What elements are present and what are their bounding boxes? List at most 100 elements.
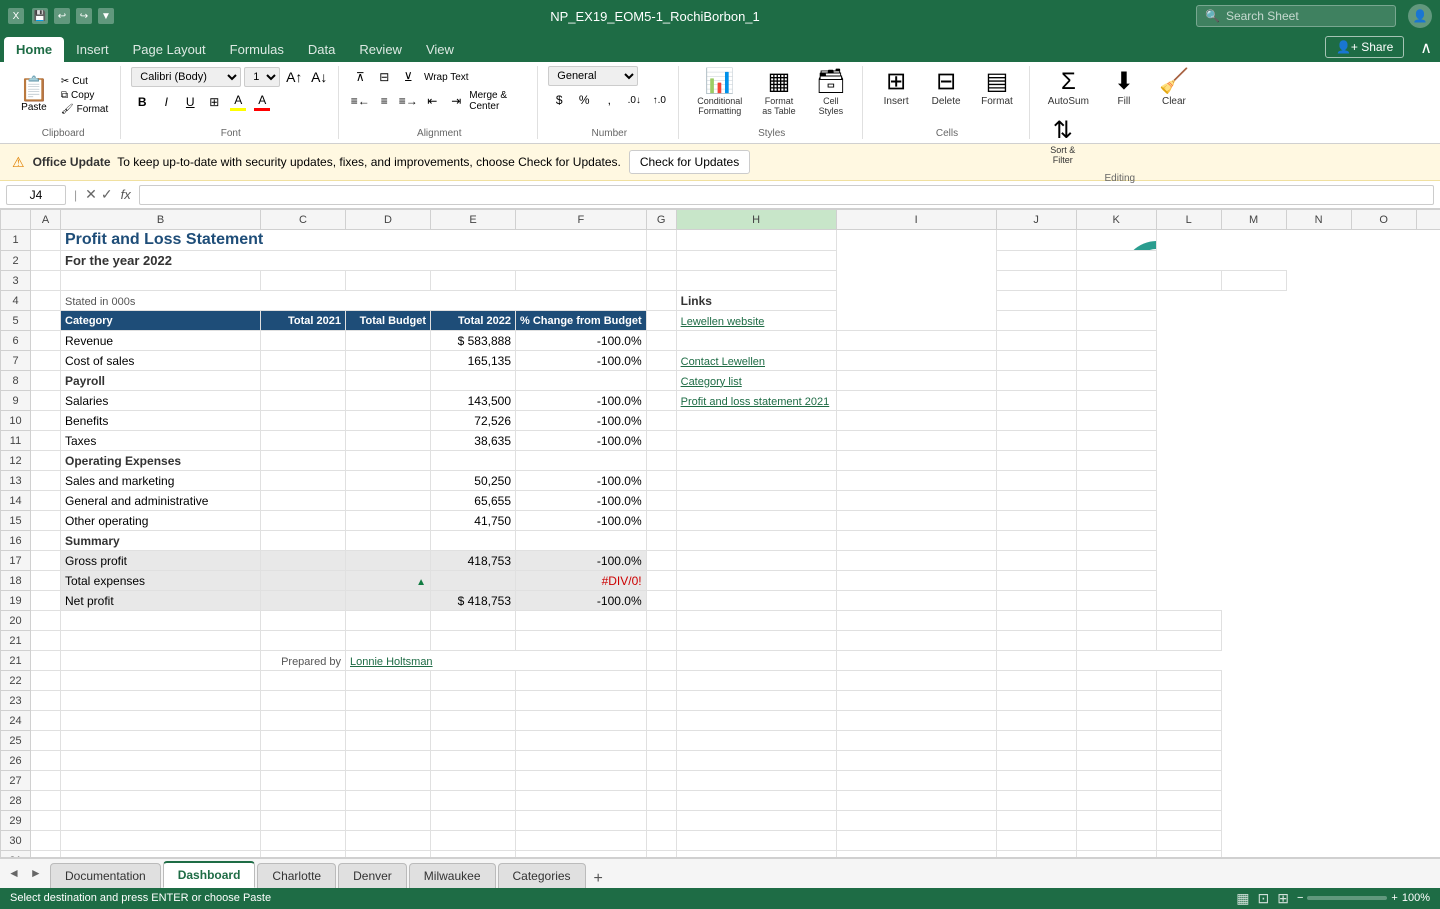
zoom-bar[interactable] bbox=[1307, 896, 1387, 900]
check-updates-button[interactable]: Check for Updates bbox=[629, 150, 750, 174]
delete-button[interactable]: ⊟ Delete bbox=[923, 66, 969, 111]
table-cell[interactable] bbox=[1076, 311, 1156, 331]
table-cell[interactable] bbox=[516, 691, 647, 711]
align-middle-button[interactable]: ⊟ bbox=[373, 66, 395, 88]
table-cell[interactable] bbox=[836, 431, 996, 451]
table-cell[interactable] bbox=[996, 491, 1076, 511]
table-cell[interactable] bbox=[1076, 751, 1156, 771]
tab-next-button[interactable]: ► bbox=[26, 864, 46, 882]
col-header-p[interactable]: P bbox=[1416, 210, 1440, 230]
table-cell[interactable] bbox=[516, 631, 647, 651]
table-cell[interactable] bbox=[431, 531, 516, 551]
customize-icon[interactable]: ▼ bbox=[98, 8, 114, 24]
table-cell[interactable] bbox=[646, 791, 676, 811]
number-format-selector[interactable]: General bbox=[548, 66, 638, 86]
table-cell[interactable]: Net profit bbox=[61, 591, 261, 611]
table-cell[interactable] bbox=[261, 771, 346, 791]
percent-button[interactable]: % bbox=[573, 89, 595, 111]
table-cell[interactable]: Lewellen website bbox=[676, 311, 836, 331]
table-cell[interactable] bbox=[996, 511, 1076, 531]
table-cell[interactable]: Total expenses bbox=[61, 571, 261, 591]
table-cell[interactable]: For the year 2022 bbox=[61, 251, 647, 271]
table-cell[interactable] bbox=[61, 651, 261, 671]
user-icon[interactable]: 👤 bbox=[1408, 4, 1432, 28]
table-cell[interactable] bbox=[1076, 251, 1156, 271]
tab-prev-button[interactable]: ◄ bbox=[4, 864, 24, 882]
table-cell[interactable] bbox=[836, 691, 996, 711]
indent-decrease-button[interactable]: ⇤ bbox=[421, 90, 443, 112]
confirm-formula-icon[interactable]: ✓ bbox=[101, 186, 113, 203]
zoom-in-button[interactable]: + bbox=[1391, 892, 1397, 904]
table-cell[interactable] bbox=[1156, 631, 1221, 651]
table-cell[interactable]: Total 2022 bbox=[431, 311, 516, 331]
col-header-m[interactable]: M bbox=[1221, 210, 1286, 230]
table-cell[interactable] bbox=[996, 811, 1076, 831]
table-cell[interactable] bbox=[61, 691, 261, 711]
bold-button[interactable]: B bbox=[131, 91, 153, 113]
table-cell[interactable] bbox=[836, 491, 996, 511]
table-cell[interactable]: 165,135 bbox=[431, 351, 516, 371]
font-name-selector[interactable]: Calibri (Body) bbox=[131, 67, 241, 87]
font-size-selector[interactable]: 11 bbox=[244, 67, 280, 87]
table-cell[interactable] bbox=[646, 611, 676, 631]
align-center-button[interactable]: ≡ bbox=[373, 90, 395, 112]
table-cell[interactable] bbox=[996, 271, 1076, 291]
table-cell[interactable] bbox=[431, 811, 516, 831]
table-cell[interactable] bbox=[31, 711, 61, 731]
table-cell[interactable] bbox=[836, 511, 996, 531]
table-cell[interactable] bbox=[836, 451, 996, 471]
table-cell[interactable] bbox=[431, 271, 516, 291]
table-cell[interactable]: Revenue bbox=[61, 331, 261, 351]
col-header-k[interactable]: K bbox=[1076, 210, 1156, 230]
table-cell[interactable] bbox=[261, 331, 346, 351]
table-cell[interactable]: 41,750 bbox=[431, 511, 516, 531]
table-cell[interactable] bbox=[996, 831, 1076, 851]
table-cell[interactable] bbox=[1076, 631, 1156, 651]
table-cell[interactable]: -100.0% bbox=[516, 391, 647, 411]
table-cell[interactable]: Prepared by bbox=[261, 651, 346, 671]
table-cell[interactable] bbox=[1076, 511, 1156, 531]
table-cell[interactable] bbox=[646, 711, 676, 731]
table-cell[interactable]: Category bbox=[61, 311, 261, 331]
col-header-h[interactable]: H bbox=[676, 210, 836, 230]
table-cell[interactable] bbox=[431, 571, 516, 591]
table-cell[interactable]: Total Budget bbox=[346, 311, 431, 331]
cut-button[interactable]: ✂ Cut bbox=[57, 75, 112, 88]
table-cell[interactable] bbox=[1076, 271, 1156, 291]
table-cell[interactable]: LEWELLENGroup bbox=[1076, 230, 1156, 251]
formula-input[interactable] bbox=[139, 185, 1434, 205]
format-painter-button[interactable]: 🖌 Format bbox=[57, 103, 112, 116]
table-cell[interactable] bbox=[261, 611, 346, 631]
table-cell[interactable] bbox=[31, 671, 61, 691]
table-cell[interactable] bbox=[261, 631, 346, 651]
table-cell[interactable] bbox=[996, 731, 1076, 751]
table-cell[interactable] bbox=[261, 431, 346, 451]
table-cell[interactable] bbox=[676, 651, 836, 671]
cell-reference-box[interactable] bbox=[6, 185, 66, 205]
table-cell[interactable] bbox=[1076, 331, 1156, 351]
table-cell[interactable] bbox=[1076, 831, 1156, 851]
table-cell[interactable] bbox=[346, 711, 431, 731]
table-cell[interactable] bbox=[676, 631, 836, 651]
table-cell[interactable] bbox=[61, 711, 261, 731]
table-cell[interactable]: ▲ bbox=[346, 571, 431, 591]
table-cell[interactable] bbox=[31, 311, 61, 331]
tab-view[interactable]: View bbox=[414, 37, 466, 62]
table-cell[interactable] bbox=[346, 691, 431, 711]
tab-insert[interactable]: Insert bbox=[64, 37, 121, 62]
table-cell[interactable] bbox=[996, 411, 1076, 431]
table-cell[interactable] bbox=[346, 271, 431, 291]
table-cell[interactable] bbox=[646, 271, 676, 291]
table-cell[interactable] bbox=[1156, 611, 1221, 631]
table-cell[interactable] bbox=[646, 751, 676, 771]
table-cell[interactable] bbox=[346, 631, 431, 651]
table-cell[interactable] bbox=[836, 811, 996, 831]
table-cell[interactable] bbox=[836, 531, 996, 551]
table-cell[interactable] bbox=[676, 471, 836, 491]
table-cell[interactable] bbox=[1156, 731, 1221, 751]
table-cell[interactable] bbox=[31, 371, 61, 391]
table-cell[interactable] bbox=[31, 511, 61, 531]
col-header-b[interactable]: B bbox=[61, 210, 261, 230]
table-cell[interactable] bbox=[646, 371, 676, 391]
page-break-view-button[interactable]: ⊞ bbox=[1277, 890, 1289, 907]
